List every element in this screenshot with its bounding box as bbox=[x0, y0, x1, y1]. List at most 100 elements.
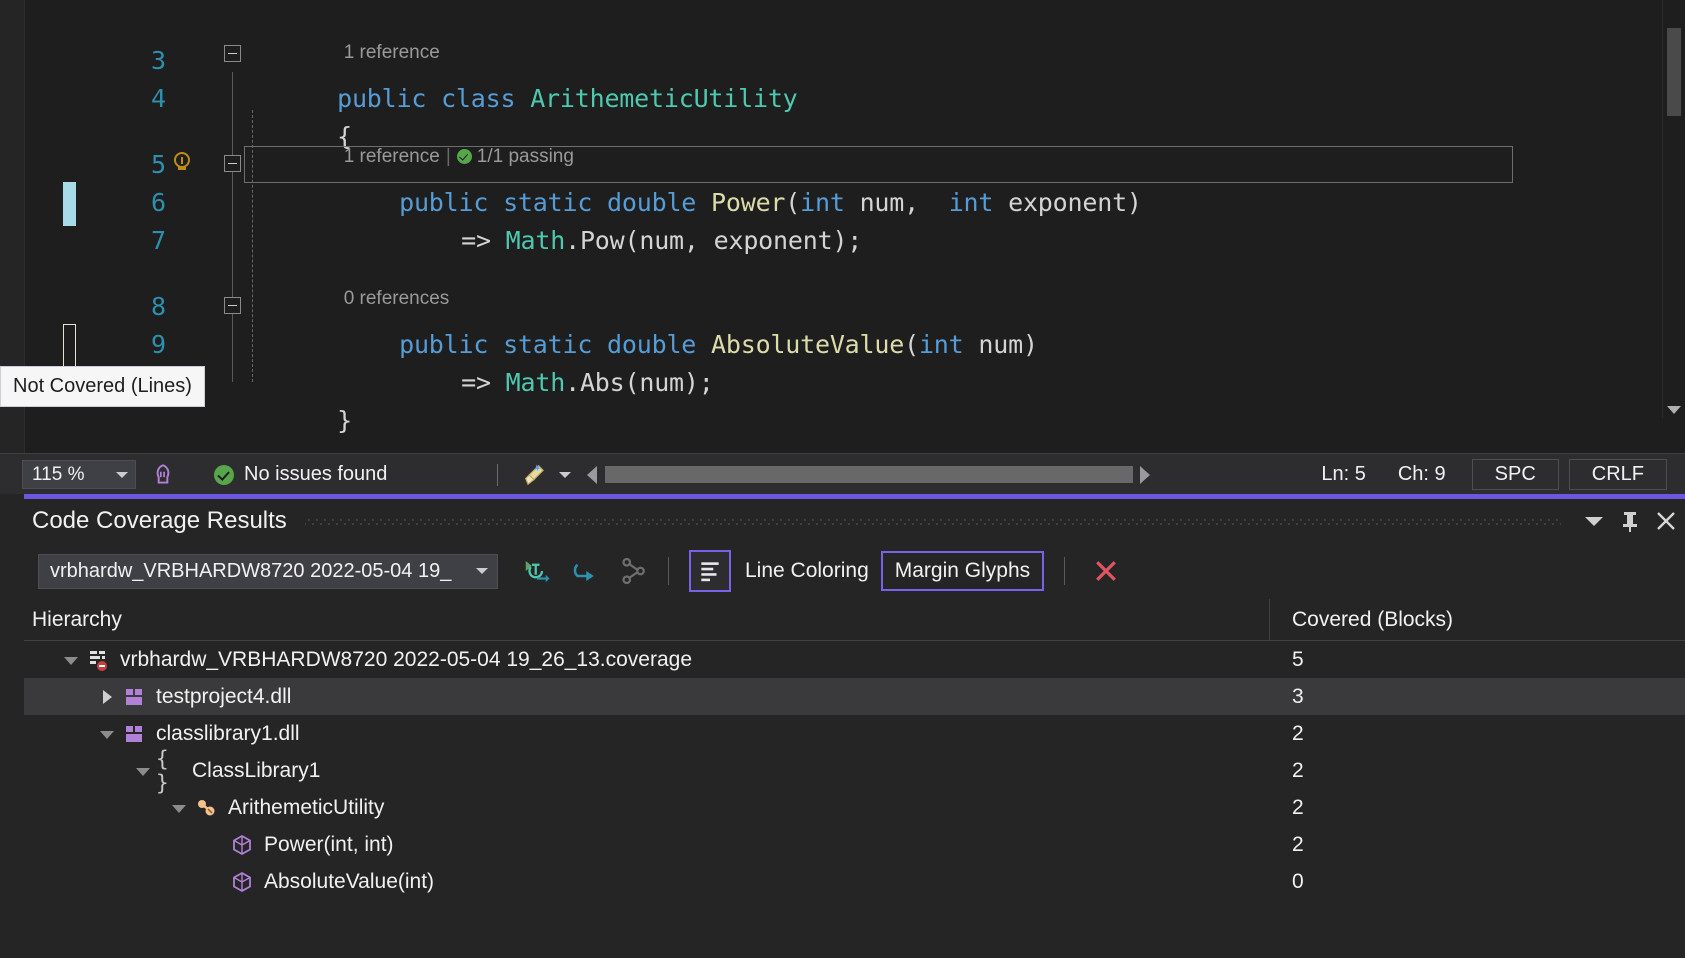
coverage-glyph-covered[interactable] bbox=[63, 182, 76, 226]
merge-results-button[interactable] bbox=[612, 550, 654, 592]
indentation-indicator[interactable]: SPC bbox=[1472, 459, 1559, 490]
tool-window-close-button[interactable] bbox=[1649, 504, 1683, 538]
token-method-absolutevalue: AbsoluteValue bbox=[711, 330, 904, 359]
expander-toggle[interactable] bbox=[58, 647, 84, 673]
row-label: AbsoluteValue(int) bbox=[264, 870, 434, 894]
hscroll-track[interactable] bbox=[605, 466, 1133, 483]
method-cube-glyph bbox=[230, 833, 254, 857]
row-label: Power(int, int) bbox=[264, 833, 394, 857]
coverage-grid-header: Hierarchy Covered (Blocks) bbox=[24, 599, 1685, 641]
tool-window-pin-button[interactable] bbox=[1613, 504, 1647, 538]
namespace-icon: { } bbox=[156, 758, 184, 784]
lightbulb-glyph bbox=[170, 150, 194, 174]
row-covered-blocks: 2 bbox=[1270, 796, 1304, 820]
token-class: class bbox=[441, 84, 515, 113]
row-label: testproject4.dll bbox=[156, 685, 291, 709]
fold-guide-line bbox=[232, 72, 233, 382]
code-line-10: } bbox=[248, 364, 352, 453]
table-row[interactable]: { } ClassLibrary1 2 bbox=[24, 752, 1685, 789]
fold-toggle-power[interactable] bbox=[224, 155, 241, 172]
no-issues-status[interactable]: No issues found bbox=[214, 463, 387, 486]
visual-studio-window: 3 4 5 6 7 8 9 1 reference public class A… bbox=[0, 0, 1685, 958]
editor-scrollbar-thumb[interactable] bbox=[1667, 28, 1681, 116]
row-label: ClassLibrary1 bbox=[192, 759, 320, 783]
token-math: Math bbox=[506, 368, 565, 397]
broom-icon bbox=[520, 461, 550, 489]
table-row[interactable]: vrbhardw_VRBHARDW8720 2022-05-04 19_26_1… bbox=[24, 641, 1685, 678]
triangle-open-icon bbox=[136, 768, 150, 776]
margin-glyphs-toggle[interactable]: Margin Glyphs bbox=[881, 551, 1044, 591]
line-coloring-label[interactable]: Line Coloring bbox=[745, 559, 869, 583]
column-header-covered-blocks[interactable]: Covered (Blocks) bbox=[1270, 599, 1453, 640]
expander-toggle[interactable] bbox=[130, 758, 156, 784]
column-indicator: Ch: 9 bbox=[1382, 463, 1462, 486]
zoom-level-combo[interactable]: 115 % bbox=[22, 460, 136, 489]
remove-coverage-button[interactable] bbox=[1085, 550, 1127, 592]
row-hierarchy-cell: { } ClassLibrary1 bbox=[24, 758, 1270, 784]
expander-toggle[interactable] bbox=[166, 795, 192, 821]
editor-vertical-scrollbar[interactable] bbox=[1662, 0, 1685, 418]
table-row[interactable]: ArithemeticUtility 2 bbox=[24, 789, 1685, 826]
import-results-button[interactable] bbox=[564, 550, 606, 592]
row-hierarchy-cell: testproject4.dll bbox=[24, 684, 1270, 710]
class-icon bbox=[192, 795, 220, 821]
row-covered-blocks: 2 bbox=[1270, 833, 1304, 857]
coverage-glyph-not-covered[interactable] bbox=[63, 324, 76, 368]
coverage-toolbar: vrbhardw_VRBHARDW8720 2022-05-04 19_ bbox=[24, 543, 1685, 599]
chevron-down-icon bbox=[116, 472, 128, 478]
token-class-name: ArithemeticUtility bbox=[530, 84, 797, 113]
token-param-exponent: exponent bbox=[1008, 188, 1127, 217]
zoom-level-value: 115 % bbox=[32, 464, 84, 486]
table-row[interactable]: AbsoluteValue(int) 0 bbox=[24, 863, 1685, 900]
class-glyph bbox=[194, 796, 218, 820]
line-number: 7 bbox=[120, 222, 166, 260]
row-covered-blocks: 0 bbox=[1270, 870, 1304, 894]
line-ending-indicator[interactable]: CRLF bbox=[1569, 459, 1667, 490]
expander-toggle[interactable] bbox=[94, 684, 120, 710]
scroll-right-arrow-icon[interactable] bbox=[1140, 466, 1150, 484]
line-number: 4 bbox=[120, 80, 166, 118]
token-param-num: num bbox=[639, 226, 684, 255]
assembly-glyph bbox=[123, 723, 145, 745]
scroll-down-arrow-icon[interactable] bbox=[1667, 406, 1681, 414]
table-row[interactable]: Power(int, int) 2 bbox=[24, 826, 1685, 863]
scroll-left-arrow-icon[interactable] bbox=[587, 466, 597, 484]
code-editor[interactable]: 3 4 5 6 7 8 9 1 reference public class A… bbox=[0, 0, 1685, 453]
code-cleanup-button[interactable] bbox=[520, 461, 571, 489]
token-arrow: => bbox=[461, 368, 491, 397]
table-row[interactable]: classlibrary1.dll 2 bbox=[24, 715, 1685, 752]
pin-icon bbox=[1619, 509, 1641, 533]
row-covered-blocks: 5 bbox=[1270, 648, 1304, 672]
coverage-tooltip-label: Not Covered (Lines) bbox=[13, 375, 192, 397]
coverage-file-glyph bbox=[86, 648, 110, 672]
hscroll-thumb[interactable] bbox=[605, 466, 1133, 483]
fold-toggle-absolutevalue[interactable] bbox=[224, 297, 241, 314]
column-header-hierarchy[interactable]: Hierarchy bbox=[24, 599, 1270, 640]
tool-window-horizontal-scrollbar[interactable] bbox=[24, 942, 1685, 958]
row-covered-blocks: 2 bbox=[1270, 722, 1304, 746]
intellicode-icon[interactable] bbox=[150, 462, 176, 488]
coverage-session-select[interactable]: vrbhardw_VRBHARDW8720 2022-05-04 19_ bbox=[38, 554, 498, 589]
title-bar-dotted-fill bbox=[305, 516, 1561, 527]
row-label: classlibrary1.dll bbox=[156, 722, 300, 746]
line-coloring-toggle[interactable] bbox=[689, 550, 731, 592]
toolbar-separator bbox=[1064, 557, 1065, 585]
triangle-open-icon bbox=[100, 731, 114, 739]
lightbulb-icon[interactable] bbox=[170, 150, 194, 174]
chevron-down-icon[interactable] bbox=[559, 472, 571, 478]
token-int: int bbox=[919, 330, 964, 359]
line-number: 3 bbox=[120, 42, 166, 80]
export-results-button[interactable] bbox=[516, 550, 558, 592]
assembly-icon bbox=[120, 721, 148, 747]
triangle-closed-icon bbox=[103, 690, 112, 704]
curved-arrow-icon bbox=[570, 556, 600, 586]
merge-branch-icon bbox=[618, 556, 648, 586]
tool-window-menu-button[interactable] bbox=[1577, 504, 1611, 538]
tool-window-title: Code Coverage Results bbox=[32, 507, 287, 535]
expander-toggle[interactable] bbox=[94, 721, 120, 747]
editor-horizontal-scrollbar[interactable] bbox=[587, 466, 1150, 484]
tool-window-left-strip bbox=[0, 494, 25, 958]
fold-toggle-class[interactable] bbox=[224, 45, 241, 62]
row-hierarchy-cell: vrbhardw_VRBHARDW8720 2022-05-04 19_26_1… bbox=[24, 647, 1270, 673]
table-row[interactable]: testproject4.dll 3 bbox=[24, 678, 1685, 715]
